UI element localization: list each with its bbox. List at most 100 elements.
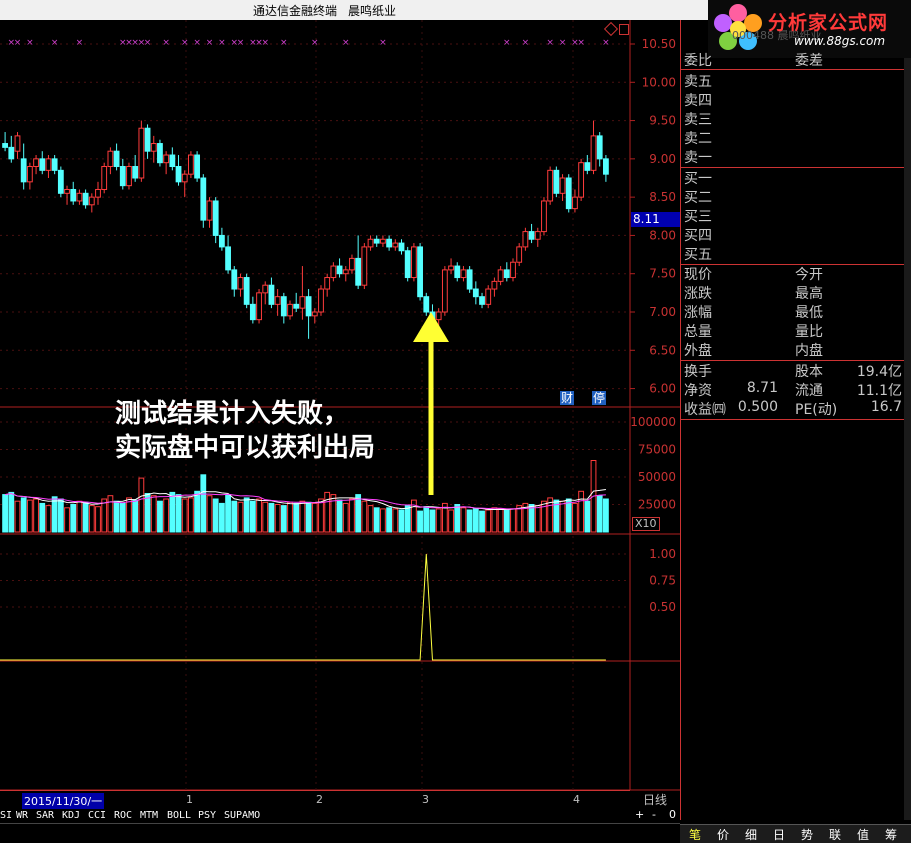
stat-row-3: 涨幅 最低 xyxy=(684,302,904,321)
candle-body xyxy=(336,265,343,275)
tab-wr[interactable]: WR xyxy=(16,810,28,821)
date-start: 2015/11/30/一 xyxy=(22,793,105,809)
sell-1-label: 卖一 xyxy=(684,150,712,166)
stat-label-volume: 总量 xyxy=(684,324,712,340)
volume-bar xyxy=(460,507,467,533)
volume-bar xyxy=(268,502,275,533)
candle-body xyxy=(39,158,46,171)
volume-tick-label: 75000 xyxy=(638,443,676,457)
volume-bar xyxy=(256,498,262,533)
volume-bar xyxy=(386,507,393,533)
volume-bar xyxy=(435,508,442,533)
candle-body xyxy=(76,192,83,202)
volume-bar xyxy=(82,501,89,533)
candle-body xyxy=(212,200,219,236)
cross-marker: × xyxy=(503,38,511,48)
volume-bar xyxy=(39,502,46,533)
candle-body xyxy=(417,246,423,298)
volume-bar xyxy=(361,500,368,533)
tab-supamo[interactable]: SUPAMO xyxy=(224,810,260,821)
candle-body xyxy=(547,169,554,202)
status-tab-lian[interactable]: 联 xyxy=(829,826,841,843)
volume-series xyxy=(2,460,609,533)
tab-sar[interactable]: SAR xyxy=(36,810,54,821)
candle-body xyxy=(33,158,39,168)
price-tick-label: 7.50 xyxy=(649,267,676,281)
volume-bar xyxy=(26,499,33,533)
fund-label-float: 流通 xyxy=(795,383,823,399)
candle-body xyxy=(256,292,262,321)
status-tab-ri[interactable]: 日 xyxy=(773,826,785,843)
candle-body xyxy=(268,284,275,305)
volume-bar xyxy=(181,498,188,533)
candle-body xyxy=(479,296,485,305)
volume-bar xyxy=(95,506,101,533)
annotation-text: 测试结果计入失败， 实际盘中可以获利出局 xyxy=(115,397,375,465)
price-tick-label: 6.00 xyxy=(649,382,676,396)
cross-marker: × xyxy=(280,38,288,48)
status-tab-zhi[interactable]: 值 xyxy=(857,826,869,843)
cross-marker: × xyxy=(237,38,245,48)
candle-body xyxy=(454,265,461,279)
sell-5-label: 卖五 xyxy=(684,74,712,90)
finance-marker[interactable]: 财 xyxy=(560,391,575,405)
candle-body xyxy=(559,177,566,194)
logo-url[interactable]: www.88gs.com xyxy=(794,34,885,48)
cross-marker: × xyxy=(76,38,84,48)
volume-bar xyxy=(175,494,182,533)
status-tab-xi[interactable]: 细 xyxy=(745,826,757,843)
candle-body xyxy=(144,127,151,152)
order-diff-label: 委差 xyxy=(795,53,823,69)
status-tab-chou[interactable]: 筹 xyxy=(885,826,897,843)
candle-body xyxy=(373,238,380,244)
candle-body xyxy=(534,231,541,240)
candle-body xyxy=(386,238,393,248)
tab-boll[interactable]: BOLL xyxy=(167,810,191,821)
volume-bar xyxy=(429,509,436,533)
zoom-in-button[interactable]: + xyxy=(635,808,644,821)
status-tab-jia[interactable]: 价 xyxy=(717,826,729,843)
volume-bar xyxy=(157,500,163,533)
candle-body xyxy=(26,166,33,183)
volume-bar xyxy=(485,509,492,533)
cross-marker: × xyxy=(144,38,152,48)
tab-roc[interactable]: ROC xyxy=(114,810,132,821)
candle-body xyxy=(243,277,250,305)
volume-bar xyxy=(76,500,83,533)
candle-body xyxy=(64,188,70,194)
candle-body xyxy=(553,169,560,194)
candle-body xyxy=(200,177,207,221)
candle-body xyxy=(472,288,479,298)
status-tab-shi[interactable]: 势 xyxy=(801,826,813,843)
candle-body xyxy=(541,200,547,233)
volume-bar xyxy=(472,508,479,533)
zoom-reset-button[interactable]: 0 xyxy=(669,808,676,821)
logo-title: 分析家公式网 xyxy=(768,12,889,34)
volume-bar xyxy=(516,505,523,533)
tab-psy[interactable]: PSY xyxy=(198,810,216,821)
volume-bar xyxy=(107,495,114,533)
status-tab-bi[interactable]: 笔 xyxy=(689,826,701,843)
volume-bar xyxy=(392,508,399,533)
stat-row-5: 外盘 内盘 xyxy=(684,340,904,359)
cross-marker: × xyxy=(26,38,34,48)
candle-body xyxy=(8,146,15,160)
volume-bar xyxy=(249,500,256,533)
volume-bar xyxy=(206,495,213,533)
volume-bar xyxy=(8,491,15,533)
candle-body xyxy=(70,188,77,202)
volume-bar xyxy=(138,477,145,533)
stat-label-inner: 内盘 xyxy=(795,343,823,359)
suspend-marker[interactable]: 停 xyxy=(592,391,607,405)
tab-cci[interactable]: CCI xyxy=(88,810,106,821)
zoom-out-button[interactable]: - xyxy=(652,808,656,821)
tab-si[interactable]: SI xyxy=(0,810,12,821)
candle-body xyxy=(237,277,244,290)
buy-4-label: 买四 xyxy=(684,228,712,244)
candle-body xyxy=(2,143,8,148)
tab-kdj[interactable]: KDJ xyxy=(62,810,80,821)
candle-body xyxy=(361,246,368,286)
tab-mtm[interactable]: MTM xyxy=(140,810,158,821)
candle-body xyxy=(491,280,498,290)
period-label[interactable]: 日线 xyxy=(643,791,667,808)
